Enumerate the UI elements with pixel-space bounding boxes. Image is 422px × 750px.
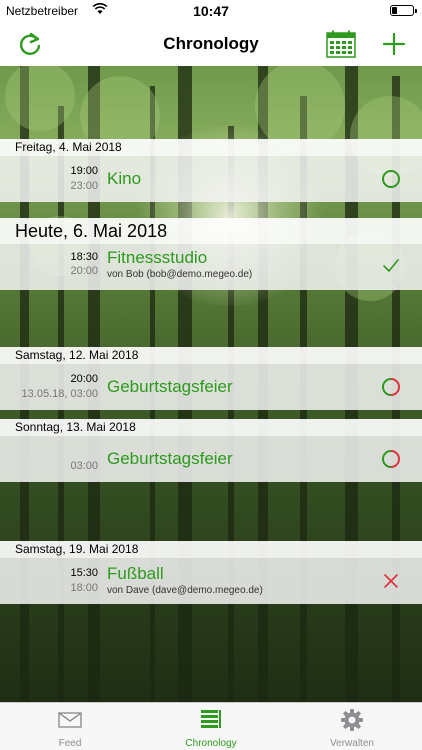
cancelled-x-icon[interactable] [381, 571, 401, 591]
date-header: Freitag, 4. Mai 2018 [0, 139, 422, 156]
event-organizer: von Bob (bob@demo.megeo.de) [107, 269, 253, 280]
add-event-icon[interactable] [380, 30, 408, 58]
navigation-bar: Chronology [0, 22, 422, 66]
date-header-today: Heute, 6. Mai 2018 [0, 218, 422, 244]
date-header: Samstag, 19. Mai 2018 [0, 541, 422, 558]
event-end-time: 18:00 [70, 582, 98, 594]
event-title: Fitnessstudio [107, 248, 208, 267]
event-start-time: 15:30 [70, 567, 98, 579]
event-organizer: von Dave (dave@demo.megeo.de) [107, 585, 263, 596]
event-end-time: 23:00 [70, 180, 98, 192]
clock: 10:47 [193, 3, 229, 19]
date-header: Sonntag, 13. Mai 2018 [0, 419, 422, 436]
partial-status-circle-icon[interactable] [381, 449, 401, 469]
calendar-icon[interactable] [326, 30, 356, 58]
tab-label: Verwalten [330, 738, 374, 749]
open-circle-icon[interactable] [381, 169, 401, 189]
event-start-time: 18:30 [70, 251, 98, 263]
event-start-time: 20:00 [70, 373, 98, 385]
event-row[interactable]: 03:00 Geburtstagsfeier [0, 436, 422, 482]
event-title: Geburtstagsfeier [107, 449, 233, 468]
tab-label: Feed [58, 738, 82, 749]
list-icon [201, 710, 221, 728]
event-end-time: 03:00 [70, 460, 98, 472]
event-row[interactable]: 20:00 13.05.18, 03:00 Geburtstagsfeier [0, 364, 422, 410]
event-end-time: 20:00 [70, 265, 98, 277]
status-bar: Netzbetreiber 10:47 [0, 0, 422, 22]
event-row[interactable]: 15:30 18:00 Fußball von Dave (dave@demo.… [0, 558, 422, 604]
event-row[interactable]: 19:00 23:00 Kino [0, 156, 422, 202]
event-start-time: 19:00 [70, 165, 98, 177]
event-title: Fußball [107, 564, 164, 583]
event-row[interactable]: 18:30 20:00 Fitnessstudio von Bob (bob@d… [0, 244, 422, 290]
page-title: Chronology [163, 34, 259, 53]
partial-status-circle-icon[interactable] [381, 377, 401, 397]
mail-icon [58, 712, 82, 728]
event-title: Geburtstagsfeier [107, 377, 233, 396]
tab-verwalten[interactable]: Verwalten [282, 703, 422, 750]
checkmark-icon[interactable] [381, 256, 401, 276]
tab-chronology[interactable]: Chronology [141, 703, 281, 750]
event-title: Kino [107, 169, 142, 188]
event-end-time: 13.05.18, 03:00 [21, 388, 98, 400]
date-header: Samstag, 12. Mai 2018 [0, 347, 422, 364]
gear-icon [341, 709, 363, 731]
tab-bar: Feed Chronology Verwalten [0, 702, 422, 750]
battery-icon [390, 5, 417, 16]
tab-label: Chronology [185, 738, 237, 749]
tab-feed[interactable]: Feed [0, 703, 140, 750]
